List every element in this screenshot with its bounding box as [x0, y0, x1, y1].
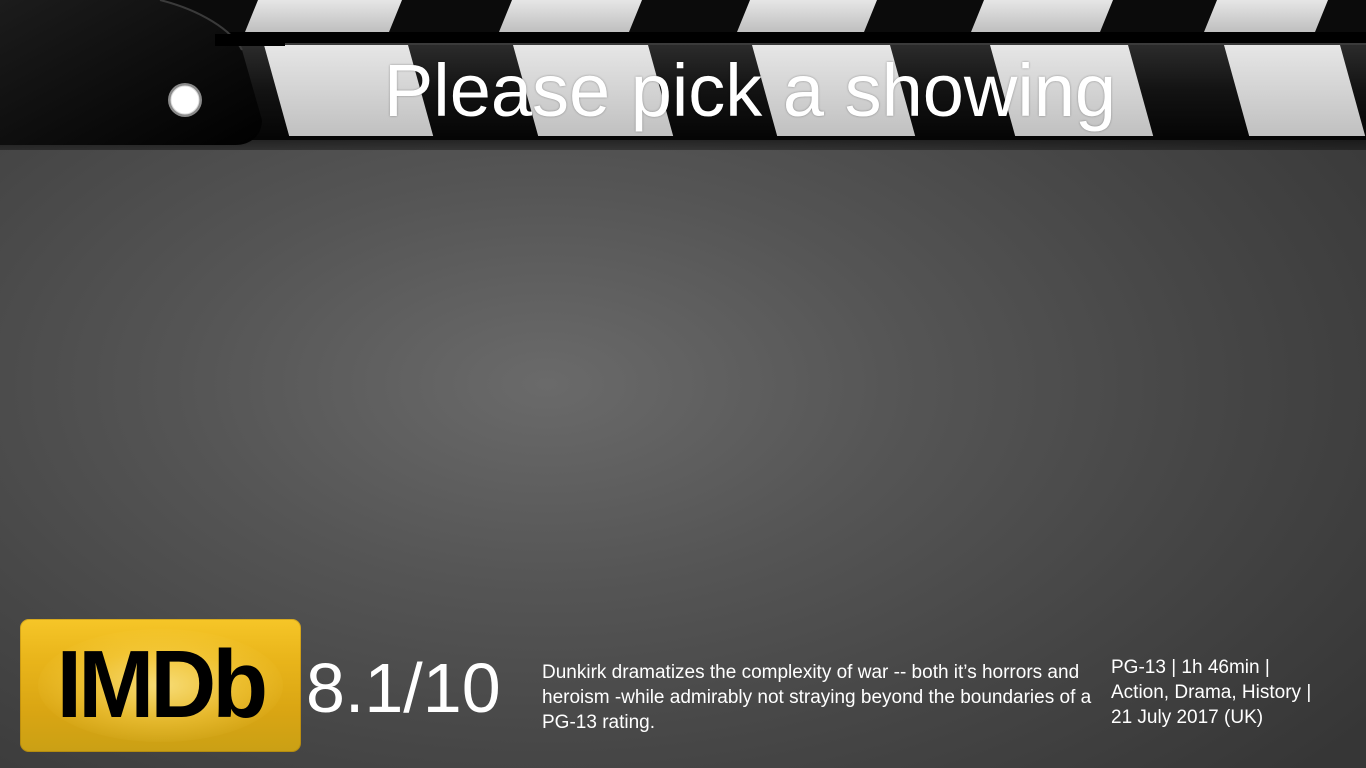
imdb-rating: 8.1/10	[306, 649, 501, 727]
meta-rating-runtime: PG-13 | 1h 46min |	[1111, 657, 1270, 678]
top-stripe	[499, 0, 642, 32]
movie-synopsis: Dunkirk dramatizes the complexity of war…	[542, 662, 1092, 733]
top-stripe	[1204, 0, 1328, 32]
imdb-logo: IMDb	[20, 619, 301, 752]
movie-meta: PG-13 | 1h 46min | Action, Drama, Histor…	[1111, 655, 1361, 730]
top-stripe	[245, 0, 402, 32]
meta-release-date: 21 July 2017 (UK)	[1111, 707, 1264, 728]
meta-genres: Action, Drama, History |	[1111, 682, 1312, 703]
imdb-logo-text: IMDb	[56, 631, 268, 738]
page-title: Please pick a showing	[383, 49, 1117, 132]
top-stripe	[737, 0, 877, 32]
top-stripe	[971, 0, 1113, 32]
